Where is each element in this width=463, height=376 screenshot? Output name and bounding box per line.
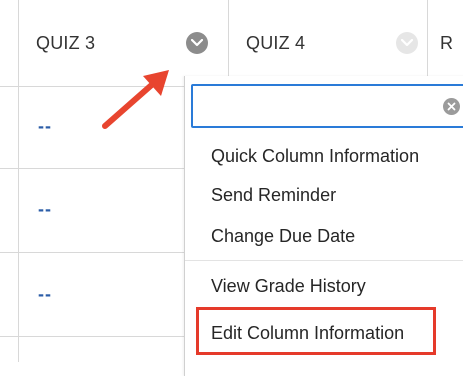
menu-item-send-reminder[interactable]: Send Reminder	[211, 185, 336, 206]
grid-line	[228, 0, 229, 86]
grid-line	[0, 336, 184, 337]
column-title: R	[440, 32, 454, 53]
column-header-quiz-4: QUIZ 4	[246, 0, 422, 86]
chevron-down-icon[interactable]	[186, 32, 208, 54]
menu-item-view-grade-history[interactable]: View Grade History	[211, 276, 366, 297]
menu-item-change-due-date[interactable]: Change Due Date	[211, 226, 355, 247]
column-header-partial: R	[440, 0, 463, 86]
close-icon[interactable]	[443, 98, 460, 115]
menu-search-field[interactable]	[191, 84, 463, 128]
grid-line	[427, 0, 428, 86]
grade-cell[interactable]: --	[38, 116, 52, 137]
menu-search-input[interactable]	[199, 92, 443, 122]
grade-cell[interactable]: --	[38, 199, 52, 220]
chevron-down-icon[interactable]	[396, 32, 418, 54]
grid-line	[0, 252, 184, 253]
arrow-icon	[102, 70, 169, 129]
column-title: QUIZ 4	[246, 32, 306, 53]
menu-divider	[185, 260, 463, 261]
menu-item-quick-column-information[interactable]: Quick Column Information	[211, 146, 419, 167]
grid-line	[18, 0, 19, 362]
grid-line	[0, 168, 184, 169]
column-title: QUIZ 3	[36, 32, 96, 53]
highlight-box	[196, 307, 436, 355]
grade-cell[interactable]: --	[38, 284, 52, 305]
